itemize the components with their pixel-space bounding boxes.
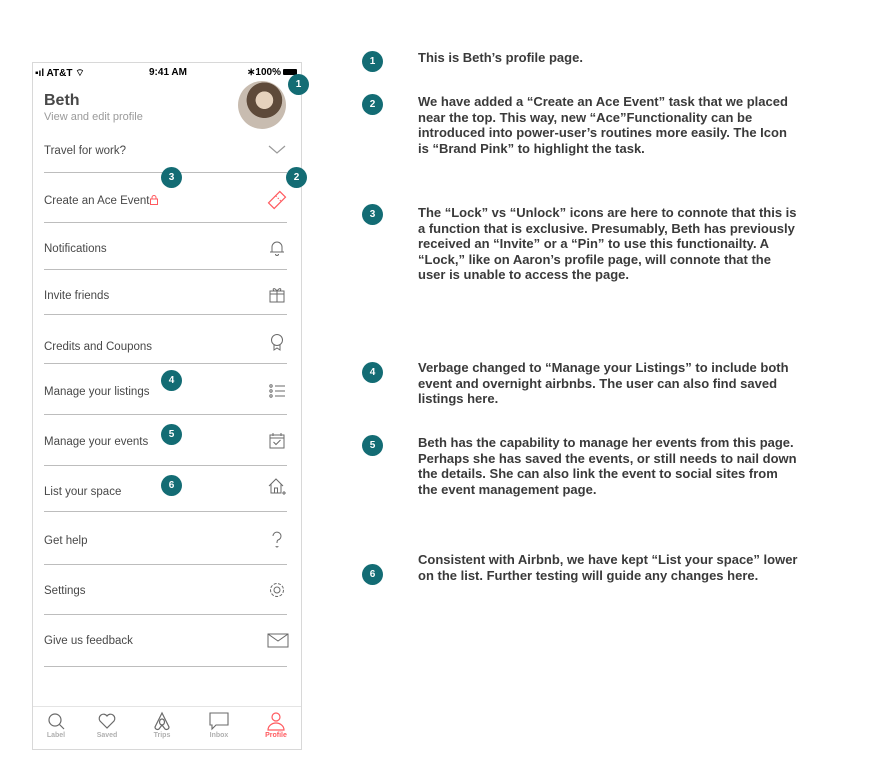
- envelope-icon: [267, 633, 289, 648]
- question-icon: [272, 531, 282, 548]
- airbnb-logo-icon: [154, 711, 170, 731]
- divider: [44, 414, 287, 415]
- tab-inbox[interactable]: Inbox: [199, 711, 239, 739]
- divider: [44, 269, 287, 270]
- bottom-tab-bar: Label Saved Trips Inbox Profile: [33, 706, 301, 749]
- annotation-badge: 6: [161, 475, 182, 496]
- divider: [44, 314, 287, 315]
- annotation-badge: 2: [286, 167, 307, 188]
- note-4: Verbage changed to “Manage your Listings…: [418, 360, 789, 406]
- heart-icon: [98, 713, 116, 729]
- chat-icon: [209, 712, 229, 731]
- note-2: We have added a “Create an Ace Event” ta…: [418, 94, 788, 156]
- phone-screen: ▪ıl AT&T ⌔ 9:41 AM ∗100% Beth View and e…: [32, 62, 302, 750]
- view-edit-profile-link[interactable]: View and edit profile: [44, 111, 143, 123]
- avatar[interactable]: [238, 81, 286, 129]
- award-icon: [271, 334, 283, 351]
- note-3: The “Lock” vs “Unlock” icons are here to…: [418, 205, 797, 282]
- annotation-badge: 3: [161, 167, 182, 188]
- gear-icon: [270, 583, 284, 597]
- annotation-badge: 4: [161, 370, 182, 391]
- clock: 9:41 AM: [149, 67, 187, 78]
- lock-icon: [150, 195, 159, 205]
- carrier-label: ▪ıl AT&T ⌔: [35, 68, 85, 79]
- note-badge: 5: [362, 435, 383, 456]
- note-badge: 3: [362, 204, 383, 225]
- note-1: This is Beth’s profile page.: [418, 50, 583, 65]
- divider: [44, 666, 287, 667]
- divider: [44, 614, 287, 615]
- tab-search[interactable]: Label: [36, 711, 76, 739]
- gift-icon: [269, 288, 285, 303]
- divider: [44, 511, 287, 512]
- divider: [44, 363, 287, 364]
- divider: [44, 564, 287, 565]
- tab-trips[interactable]: Trips: [142, 711, 182, 739]
- note-badge: 6: [362, 564, 383, 585]
- ticket-icon: [267, 190, 287, 210]
- note-badge: 1: [362, 51, 383, 72]
- home-plus-icon: [268, 478, 286, 495]
- note-badge: 4: [362, 362, 383, 383]
- annotation-badge: 1: [288, 74, 309, 95]
- chevron-down-icon: [268, 145, 286, 154]
- status-bar: ▪ıl AT&T ⌔ 9:41 AM ∗100%: [33, 63, 301, 83]
- note-6: Consistent with Airbnb, we have kept “Li…: [418, 552, 798, 583]
- list-icon: [269, 384, 285, 398]
- battery-indicator: ∗100%: [247, 67, 297, 78]
- wifi-icon: ⌔: [75, 68, 85, 79]
- annotation-badge: 5: [161, 424, 182, 445]
- note-5: Beth has the capability to manage her ev…: [418, 435, 797, 497]
- note-badge: 2: [362, 94, 383, 115]
- calendar-check-icon: [269, 433, 285, 449]
- search-icon: [48, 713, 65, 730]
- divider: [44, 465, 287, 466]
- tab-profile[interactable]: Profile: [256, 711, 296, 739]
- divider: [44, 222, 287, 223]
- tab-saved[interactable]: Saved: [87, 711, 127, 739]
- signal-icon: ▪ıl: [35, 68, 45, 79]
- bell-icon: [270, 241, 284, 256]
- profile-name: Beth: [44, 92, 80, 109]
- person-icon: [267, 712, 285, 731]
